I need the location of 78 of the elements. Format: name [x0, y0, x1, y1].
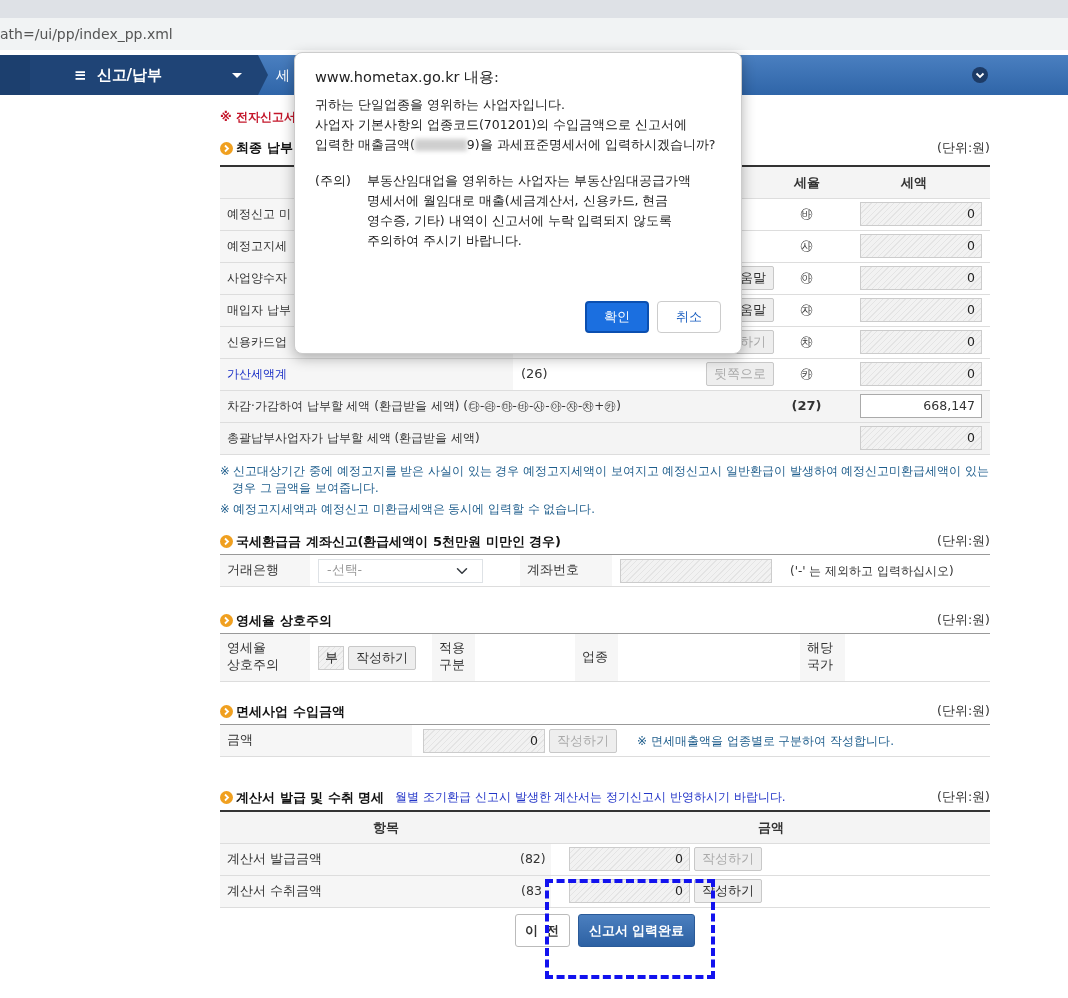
warning-text: ※ 전자신고서 — [220, 110, 296, 124]
row-label: 사업양수자 — [227, 271, 287, 285]
field-label: 거래은행 — [227, 562, 279, 578]
penalty-link[interactable]: 가산세액계 — [227, 367, 287, 381]
rate-marker: ㉵ — [800, 270, 813, 286]
dialog-message: 입력한 매출금액( — [315, 135, 415, 154]
breadcrumb-text[interactable]: 세 — [276, 64, 290, 86]
row-label: 예정신고 미 — [227, 207, 291, 221]
unit-label: (단위:원) — [937, 531, 990, 550]
note-text: ※ 면세매출액을 업종별로 구분하여 작성합니다. — [637, 732, 895, 750]
unit-label: (단위:원) — [937, 787, 990, 806]
menu-icon[interactable]: ≡ — [74, 63, 87, 87]
value-field[interactable]: 부 — [318, 645, 344, 670]
menu-title[interactable]: 신고/납부 — [96, 63, 163, 87]
note-text: 월별 조기환급 신고시 발생한 계산서는 정기신고시 반영하시기 바랍니다. — [395, 789, 786, 807]
section-title: 최종 납부 — [236, 139, 293, 158]
chevron-down-icon[interactable] — [972, 67, 988, 83]
row-label: 예정고지세 — [227, 239, 287, 253]
bullet-icon — [220, 613, 233, 627]
field-label: 영세율 상호주의 — [227, 640, 280, 675]
unit-label: (단위:원) — [937, 610, 990, 629]
line-number: (27) — [791, 398, 822, 414]
column-header: 금액 — [757, 819, 784, 835]
row-label: 총괄납부사업자가 납부할 세액 (환급받을 세액) — [227, 431, 480, 445]
bullet-icon — [220, 534, 233, 548]
line-number: (83 — [521, 882, 542, 898]
column-header: 세율 — [793, 174, 820, 190]
ok-button[interactable]: 확인 — [585, 300, 649, 333]
dialog-title: www.hometax.go.kr 내용: — [315, 68, 500, 87]
write-button[interactable]: 작성하기 — [348, 645, 416, 670]
section-title: 국세환급금 계좌신고(환급세액이 5천만원 미만인 경우) — [236, 532, 562, 551]
row-label: 매입자 납부 — [227, 303, 291, 317]
dialog-message: 귀하는 단일업종을 영위하는 사업자입니다. — [315, 95, 565, 114]
rate-marker: ㉳ — [800, 206, 813, 222]
note-text: ※ 예정고지세액과 예정신고 미환급세액은 동시에 입력할 수 없습니다. — [220, 501, 596, 518]
dialog-message: 영수증, 기타) 내역이 신고서에 누락 입력되지 않도록 — [366, 211, 674, 230]
field-label: 업종 — [582, 649, 608, 665]
dialog-message: 사업자 기본사항의 업종코드(701201)의 수입금액으로 신고서에 — [315, 115, 688, 134]
bullet-icon — [220, 704, 233, 718]
amount-field[interactable]: 0 — [423, 728, 545, 753]
notice-label: (주의) — [315, 171, 351, 190]
unit-label: (단위:원) — [937, 138, 990, 157]
section-title: 계산서 발급 및 수취 명세 — [236, 788, 385, 807]
row-label: 신용카드업 — [227, 335, 287, 349]
dialog-message: 부동산임대업을 영위하는 사업자는 부동산임대공급가액 — [366, 171, 691, 190]
bullet-icon — [220, 141, 233, 155]
cancel-button[interactable]: 취소 — [657, 300, 721, 333]
bullet-icon — [220, 790, 233, 804]
note-text: ※ 신고대상기간 중에 예정고지를 받은 사실이 있는 경우 예정고지세액이 보여지고 예정신고시 일반환급이 발생하여 예정신고미환급세액이 있는 경우 그 금액을 보여줍니다. — [220, 462, 990, 497]
row-label: 차감·가감하여 납부할 세액 (환급받을 세액) (㉰-㉱-㉲-㉳-㉴-㉵-㉶-㉷+㉸) — [227, 399, 621, 413]
redaction-blur — [414, 138, 467, 151]
column-header: 세액 — [900, 174, 927, 190]
field-label: 금액 — [227, 732, 253, 748]
caret-icon[interactable] — [232, 72, 242, 78]
hint-text: ('-' 는 제외하고 입력하십시오) — [790, 564, 954, 578]
submit-button[interactable]: 신고서 입력완료 — [577, 913, 696, 948]
dialog-message: 주의하여 주시기 바랍니다. — [366, 231, 523, 250]
field-label: 적용 구분 — [439, 640, 466, 675]
line-number: (82) — [520, 850, 546, 866]
section-title: 면세사업 수입금액 — [236, 702, 345, 721]
field-label: 계좌번호 — [527, 562, 579, 578]
amount-field[interactable]: 0 — [569, 847, 690, 872]
rate-marker: ㉴ — [800, 238, 813, 254]
address-text[interactable]: ath=/ui/pp/index_pp.xml — [0, 26, 173, 42]
dialog-message: 명세서에 월임대로 매출(세금계산서, 신용카드, 현금 — [366, 191, 670, 210]
row-label: 계산서 수취금액 — [227, 882, 322, 898]
account-field[interactable] — [620, 558, 772, 583]
unit-label: (단위:원) — [937, 701, 990, 720]
rate-marker: ㉸ — [800, 366, 813, 382]
row-label: 계산서 발급금액 — [227, 850, 322, 866]
rate-marker: ㉷ — [800, 334, 813, 350]
section-title: 영세율 상호주의 — [236, 611, 332, 630]
dialog-message: 9)을 과세표준명세서에 입력하시겠습니까? — [466, 135, 716, 154]
amount-field[interactable]: 668,147 — [860, 394, 982, 418]
column-header: 항목 — [372, 819, 399, 835]
rate-marker: ㉶ — [800, 302, 813, 318]
line-number: (26) — [521, 366, 548, 382]
field-label: 해당 국가 — [807, 640, 834, 675]
